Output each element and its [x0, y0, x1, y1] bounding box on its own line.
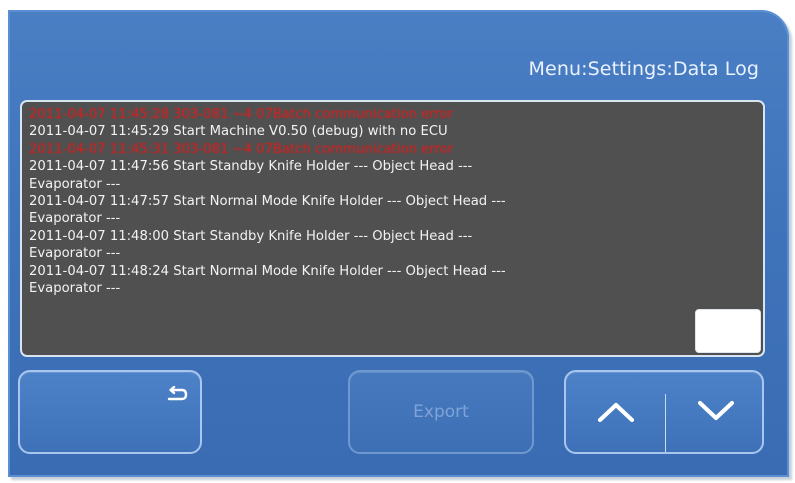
- chevron-up-icon[interactable]: [596, 400, 636, 424]
- log-entry: Evaporator ---: [29, 281, 121, 297]
- export-button-label: Export: [413, 402, 469, 422]
- data-log-screen: Menu:Settings:Data Log 2011-04-07 11:45:…: [8, 10, 795, 483]
- log-entry-error: 2011-04-07 11:45:28 303-081 ~4 07Batch c…: [29, 107, 454, 122]
- export-button[interactable]: Export: [348, 370, 534, 454]
- back-button[interactable]: [18, 370, 202, 454]
- log-lines: 2011-04-07 11:45:28 303-081 ~4 07Batch c…: [29, 106, 673, 297]
- scroll-thumb[interactable]: [695, 309, 761, 353]
- log-entry: Evaporator ---: [29, 176, 121, 192]
- data-log-list[interactable]: 2011-04-07 11:45:28 303-081 ~4 07Batch c…: [20, 100, 765, 357]
- chevron-down-icon[interactable]: [696, 399, 736, 423]
- log-entry: 2011-04-07 11:47:56 Start Standby Knife …: [29, 159, 473, 175]
- log-entry: Evaporator ---: [29, 211, 121, 227]
- log-entry: Evaporator ---: [29, 246, 121, 262]
- log-entry: 2011-04-07 11:45:29 Start Machine V0.50 …: [29, 124, 448, 140]
- return-arrow-icon: [167, 386, 188, 401]
- log-entry: 2011-04-07 11:48:24 Start Normal Mode Kn…: [29, 263, 506, 279]
- log-entry-error: 2011-04-07 11:45:31 303-081 ~4 07Batch c…: [29, 141, 454, 157]
- settings-panel: Menu:Settings:Data Log 2011-04-07 11:45:…: [8, 10, 789, 477]
- scroll-buttons-divider: [665, 394, 666, 452]
- scroll-buttons: [564, 370, 764, 454]
- log-entry: 2011-04-07 11:48:00 Start Standby Knife …: [29, 228, 473, 244]
- log-entry: 2011-04-07 11:47:57 Start Normal Mode Kn…: [29, 194, 506, 210]
- breadcrumb: Menu:Settings:Data Log: [528, 58, 759, 80]
